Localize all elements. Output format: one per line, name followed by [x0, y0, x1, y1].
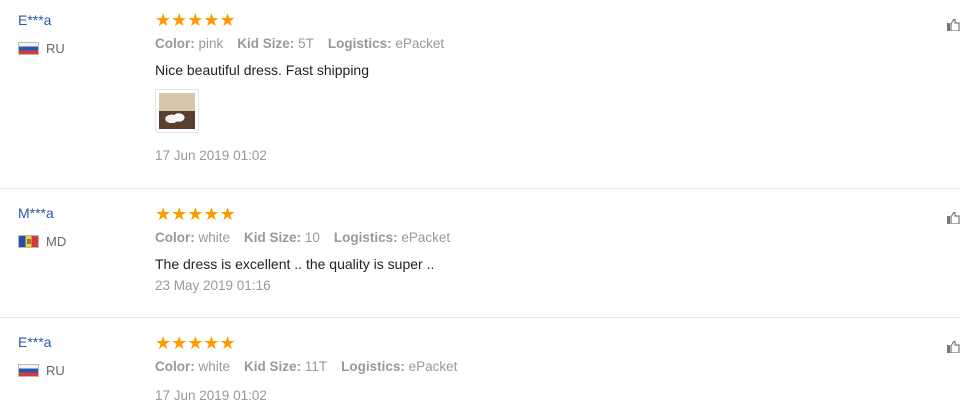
logistics-value: ePacket: [395, 36, 445, 51]
review-content: ★★★★★ Color: white Kid Size: 11T Logisti…: [155, 333, 457, 403]
logistics-value: ePacket: [408, 359, 458, 374]
thumbs-up-icon[interactable]: [947, 19, 960, 31]
review-text: Nice beautiful dress. Fast shipping: [155, 62, 369, 78]
size-attr: Kid Size: 10: [244, 230, 320, 245]
color-label: Color:: [155, 230, 195, 245]
star-rating: ★★★★★: [155, 10, 444, 30]
photo-image: [159, 93, 195, 129]
review-user: E***a RU: [18, 12, 65, 56]
color-attr: Color: white: [155, 230, 230, 245]
thumbs-up-icon[interactable]: [947, 341, 960, 353]
review-content: ★★★★★ Color: pink Kid Size: 5T Logistics…: [155, 10, 444, 163]
review-item: E***a RU ★★★★★ Color: white Kid Size: 11…: [0, 318, 960, 413]
rating-stars: ★★★★★: [155, 10, 236, 30]
review-item: M***a MD ★★★★★ Color: white Kid Size: 10…: [0, 189, 960, 318]
size-label: Kid Size:: [244, 359, 302, 374]
logistics-attr: Logistics: ePacket: [334, 230, 450, 245]
color-value: white: [198, 230, 231, 245]
review-date: 23 May 2019 01:16: [155, 278, 271, 293]
size-label: Kid Size:: [244, 230, 302, 245]
thumbs-up-icon[interactable]: [947, 212, 960, 224]
reviewer-country: RU: [18, 363, 65, 378]
review-date: 17 Jun 2019 01:02: [155, 388, 267, 403]
color-value: pink: [198, 36, 224, 51]
color-attr: Color: pink: [155, 36, 223, 51]
review-content: ★★★★★ Color: white Kid Size: 10 Logistic…: [155, 204, 450, 293]
rating-stars: ★★★★★: [155, 204, 236, 224]
logistics-value: ePacket: [401, 230, 451, 245]
reviewer-country: MD: [18, 234, 66, 249]
size-label: Kid Size:: [237, 36, 295, 51]
logistics-attr: Logistics: ePacket: [341, 359, 457, 374]
logistics-attr: Logistics: ePacket: [328, 36, 444, 51]
review-photo[interactable]: [155, 89, 199, 133]
order-attributes: Color: white Kid Size: 10 Logistics: ePa…: [155, 230, 450, 245]
star-rating: ★★★★★: [155, 204, 450, 224]
size-value: 11T: [304, 359, 328, 374]
color-value: white: [198, 359, 231, 374]
size-attr: Kid Size: 5T: [237, 36, 314, 51]
logistics-label: Logistics:: [333, 230, 398, 245]
reviewer-name: E***a: [18, 334, 52, 350]
reviewer-name: E***a: [18, 12, 52, 28]
country-code: MD: [46, 234, 67, 249]
color-attr: Color: white: [155, 359, 230, 374]
country-code: RU: [46, 363, 65, 378]
review-text: The dress is excellent .. the quality is…: [155, 256, 435, 272]
review-date: 17 Jun 2019 01:02: [155, 148, 267, 163]
reviewer-name: M***a: [18, 205, 54, 221]
russia-flag-icon: [18, 364, 39, 377]
order-attributes: Color: pink Kid Size: 5T Logistics: ePac…: [155, 36, 444, 51]
moldova-flag-icon: [18, 235, 39, 248]
color-label: Color:: [155, 359, 195, 374]
review-user: M***a MD: [18, 205, 66, 249]
logistics-label: Logistics:: [327, 36, 392, 51]
order-attributes: Color: white Kid Size: 11T Logistics: eP…: [155, 359, 457, 374]
color-label: Color:: [155, 36, 195, 51]
logistics-label: Logistics:: [341, 359, 405, 374]
review-item: E***a RU ★★★★★ Color: pink Kid Size: 5T …: [0, 0, 960, 189]
size-value: 10: [304, 230, 320, 245]
rating-stars: ★★★★★: [155, 333, 236, 353]
reviewer-country: RU: [18, 41, 65, 56]
russia-flag-icon: [18, 42, 39, 55]
size-value: 5T: [298, 36, 314, 51]
country-code: RU: [46, 41, 65, 56]
review-user: E***a RU: [18, 334, 65, 378]
size-attr: Kid Size: 11T: [244, 359, 327, 374]
star-rating: ★★★★★: [155, 333, 457, 353]
